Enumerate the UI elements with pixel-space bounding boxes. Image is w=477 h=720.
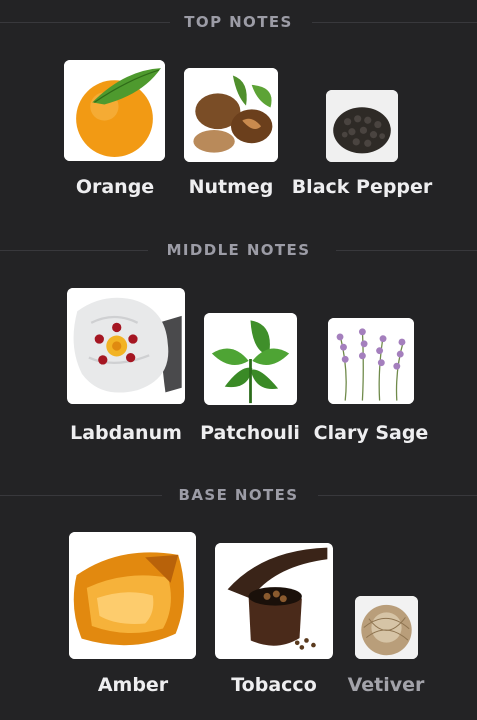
clary-sage-image[interactable] bbox=[328, 318, 414, 404]
note-label-orange: Orange bbox=[75, 176, 155, 198]
note-label-labdanum: Labdanum bbox=[70, 422, 182, 444]
nutmeg-image[interactable] bbox=[184, 68, 278, 162]
black-pepper-image[interactable] bbox=[326, 90, 398, 162]
section-title: BASE NOTES bbox=[178, 486, 299, 504]
vetiver-image[interactable] bbox=[355, 596, 418, 659]
note-label-tobacco: Tobacco bbox=[231, 674, 317, 696]
section-title: TOP NOTES bbox=[184, 13, 293, 31]
section-title: MIDDLE NOTES bbox=[166, 241, 311, 259]
top-notes-header: TOP NOTES bbox=[0, 10, 477, 34]
tobacco-image[interactable] bbox=[215, 543, 333, 659]
patchouli-image[interactable] bbox=[204, 313, 297, 405]
note-label-black-pepper: Black Pepper bbox=[291, 176, 433, 198]
amber-image[interactable] bbox=[69, 532, 196, 659]
labdanum-image[interactable] bbox=[67, 288, 185, 404]
base-notes-section: BASE NOTES bbox=[0, 483, 477, 507]
note-label-nutmeg: Nutmeg bbox=[188, 176, 274, 198]
orange-image[interactable] bbox=[64, 60, 165, 161]
note-label-amber: Amber bbox=[97, 674, 169, 696]
base-notes-header: BASE NOTES bbox=[0, 483, 477, 507]
top-notes-section: TOP NOTES bbox=[0, 10, 477, 34]
note-label-vetiver: Vetiver bbox=[347, 674, 425, 696]
note-label-patchouli: Patchouli bbox=[200, 422, 300, 444]
note-label-clary-sage: Clary Sage bbox=[313, 422, 429, 444]
middle-notes-section: MIDDLE NOTES bbox=[0, 238, 477, 262]
middle-notes-header: MIDDLE NOTES bbox=[0, 238, 477, 262]
